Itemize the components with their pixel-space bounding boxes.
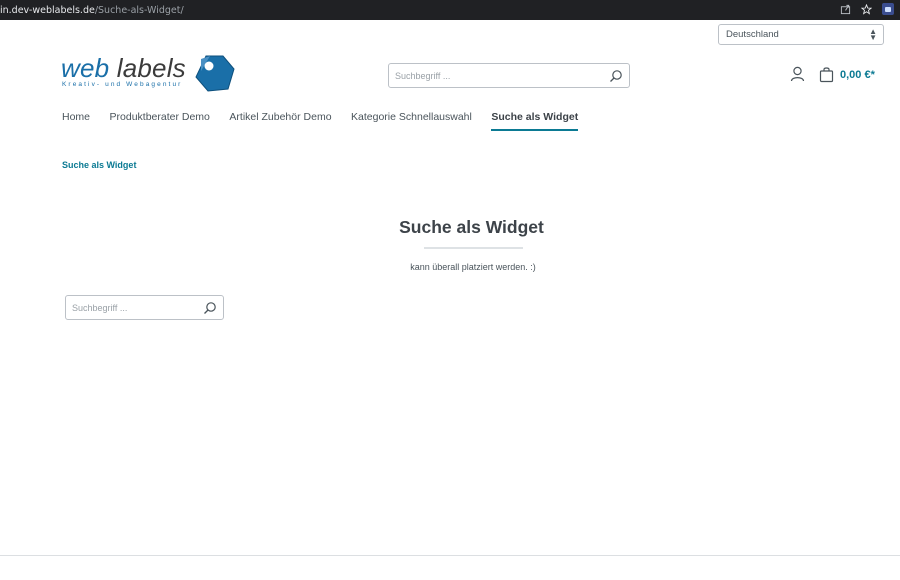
logo-tagline: Kreativ- und Webagentur <box>62 81 183 88</box>
country-select[interactable]: Deutschland ▲ ▼ <box>718 24 884 45</box>
logo-wordmark: web labels <box>61 52 186 84</box>
nav-item-produktberater-demo[interactable]: Produktberater Demo <box>110 111 210 131</box>
widget-search-input[interactable] <box>66 296 196 319</box>
browser-address-bar[interactable]: in.dev-weblabels.de/Suche-als-Widget/ <box>0 0 900 20</box>
logo-word-web: web <box>61 53 110 83</box>
search-icon[interactable] <box>609 69 623 83</box>
cart-total[interactable]: 0,00 €* <box>840 69 875 81</box>
logo-word-labels: labels <box>116 53 186 83</box>
star-icon[interactable] <box>861 3 872 15</box>
price-tag-icon <box>195 55 235 92</box>
header-search <box>388 63 630 88</box>
breadcrumb[interactable]: Suche als Widget <box>62 160 136 170</box>
search-icon[interactable] <box>203 301 217 315</box>
logo[interactable]: web labels Kreativ- und Webagentur <box>61 52 241 94</box>
title-divider <box>424 247 523 249</box>
country-select-value: Deutschland <box>726 29 779 40</box>
shopping-bag-icon[interactable] <box>819 66 834 83</box>
nav-item-kategorie-schnellauswahl[interactable]: Kategorie Schnellauswahl <box>351 111 472 131</box>
page-title: Suche als Widget <box>399 217 544 237</box>
main-nav: Home Produktberater Demo Artikel Zubehör… <box>62 111 598 131</box>
nav-item-suche-als-widget[interactable]: Suche als Widget <box>491 111 579 131</box>
select-caret-icon: ▲ ▼ <box>869 27 877 42</box>
page-subtitle: kann überall platziert werden. :) <box>410 262 536 272</box>
url-text[interactable]: in.dev-weblabels.de/Suche-als-Widget/ <box>0 5 184 16</box>
widget-search <box>65 295 224 320</box>
nav-item-home[interactable]: Home <box>62 111 90 131</box>
extension-icon[interactable] <box>882 3 894 15</box>
header-search-input[interactable] <box>389 64 589 87</box>
url-host: in.dev-weblabels.de <box>0 4 95 16</box>
footer-divider <box>0 555 900 556</box>
nav-item-artikel-zubehoer-demo[interactable]: Artikel Zubehör Demo <box>229 111 331 131</box>
user-icon[interactable] <box>790 66 805 82</box>
share-icon[interactable] <box>840 4 851 15</box>
url-path: /Suche-als-Widget/ <box>94 4 184 16</box>
